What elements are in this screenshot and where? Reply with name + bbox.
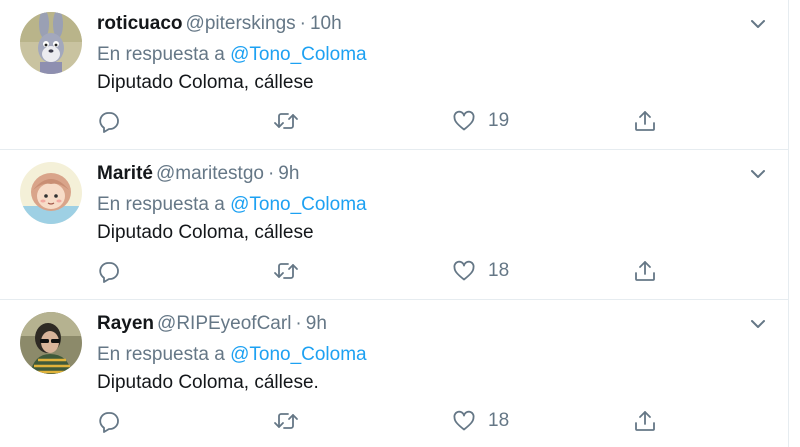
cartoon-girl-avatar-image	[20, 162, 82, 224]
retweet-icon	[274, 413, 298, 429]
display-name[interactable]: Marité	[97, 163, 153, 184]
retweet-icon	[274, 113, 298, 129]
reply-context: En respuesta a @Tono_Coloma	[97, 342, 367, 368]
separator-dot: ·	[267, 163, 275, 184]
like-button[interactable]: 19	[452, 106, 509, 136]
photo-avatar-image	[20, 312, 82, 374]
tweet-text: Diputado Coloma, cállese	[97, 222, 314, 243]
chevron-down-icon[interactable]	[748, 14, 768, 34]
tweet-text: Diputado Coloma, cállese.	[97, 372, 319, 393]
user-handle[interactable]: @piterskings	[186, 13, 296, 34]
timestamp[interactable]: 9h	[306, 313, 327, 334]
share-icon	[635, 111, 655, 131]
reply-prefix: En respuesta a	[97, 194, 225, 215]
retweet-button[interactable]	[273, 106, 299, 136]
chevron-down-icon[interactable]	[748, 314, 768, 334]
bunny-avatar-image	[20, 12, 82, 74]
like-button[interactable]: 18	[452, 406, 509, 436]
tweet-text: Diputado Coloma, cállese	[97, 72, 314, 93]
heart-icon	[453, 260, 475, 281]
share-button[interactable]	[633, 256, 657, 286]
tweet[interactable]: Marité @maritestgo · 9h En respuesta a @Ton…	[0, 150, 788, 300]
tweet[interactable]: Rayen @RIPEyeofCarl · 9h En respuesta a @To…	[0, 300, 788, 447]
display-name[interactable]: roticuaco	[97, 13, 183, 34]
avatar[interactable]	[20, 162, 82, 224]
mention-link[interactable]: @Tono_Coloma	[230, 344, 367, 365]
timestamp[interactable]: 9h	[278, 163, 299, 184]
reply-context: En respuesta a @Tono_Coloma	[97, 192, 367, 218]
tweet-header: Rayen @RIPEyeofCarl · 9h	[97, 311, 327, 337]
heart-icon	[453, 410, 475, 431]
tweet-actions: 19	[97, 106, 677, 136]
timestamp[interactable]: 10h	[310, 13, 342, 34]
display-name[interactable]: Rayen	[97, 313, 154, 334]
like-count: 19	[488, 110, 510, 131]
mention-link[interactable]: @Tono_Coloma	[230, 44, 367, 65]
retweet-button[interactable]	[273, 406, 299, 436]
separator-dot: ·	[295, 313, 302, 334]
heart-icon	[453, 110, 475, 131]
reply-icon	[99, 112, 119, 133]
tweet-actions: 18	[97, 256, 677, 286]
retweet-button[interactable]	[273, 256, 299, 286]
like-button[interactable]: 18	[452, 256, 509, 286]
mention-link[interactable]: @Tono_Coloma	[230, 194, 367, 215]
chevron-down-icon[interactable]	[748, 164, 768, 184]
avatar[interactable]	[20, 312, 82, 374]
reply-button[interactable]	[97, 256, 121, 286]
reply-icon	[99, 412, 119, 433]
reply-button[interactable]	[97, 406, 121, 436]
share-button[interactable]	[633, 106, 657, 136]
reply-button[interactable]	[97, 106, 121, 136]
avatar[interactable]	[20, 12, 82, 74]
user-handle[interactable]: @maritestgo	[156, 163, 264, 184]
user-handle[interactable]: @RIPEyeofCarl	[157, 313, 291, 334]
tweet-actions: 18	[97, 406, 677, 436]
tweet[interactable]: roticuaco @piterskings · 10h En respuesta a…	[0, 0, 788, 150]
tweet-header: Marité @maritestgo · 9h	[97, 161, 299, 187]
like-count: 18	[488, 260, 510, 281]
share-icon	[635, 411, 655, 431]
retweet-icon	[274, 263, 298, 279]
reply-context: En respuesta a @Tono_Coloma	[97, 42, 367, 68]
tweet-feed: roticuaco @piterskings · 10h En respuesta a…	[0, 0, 789, 447]
reply-prefix: En respuesta a	[97, 344, 225, 365]
like-count: 18	[488, 410, 510, 431]
reply-icon	[99, 262, 119, 283]
share-icon	[635, 261, 655, 281]
tweet-header: roticuaco @piterskings · 10h	[97, 11, 342, 37]
reply-prefix: En respuesta a	[97, 44, 225, 65]
separator-dot: ·	[299, 13, 306, 34]
share-button[interactable]	[633, 406, 657, 436]
